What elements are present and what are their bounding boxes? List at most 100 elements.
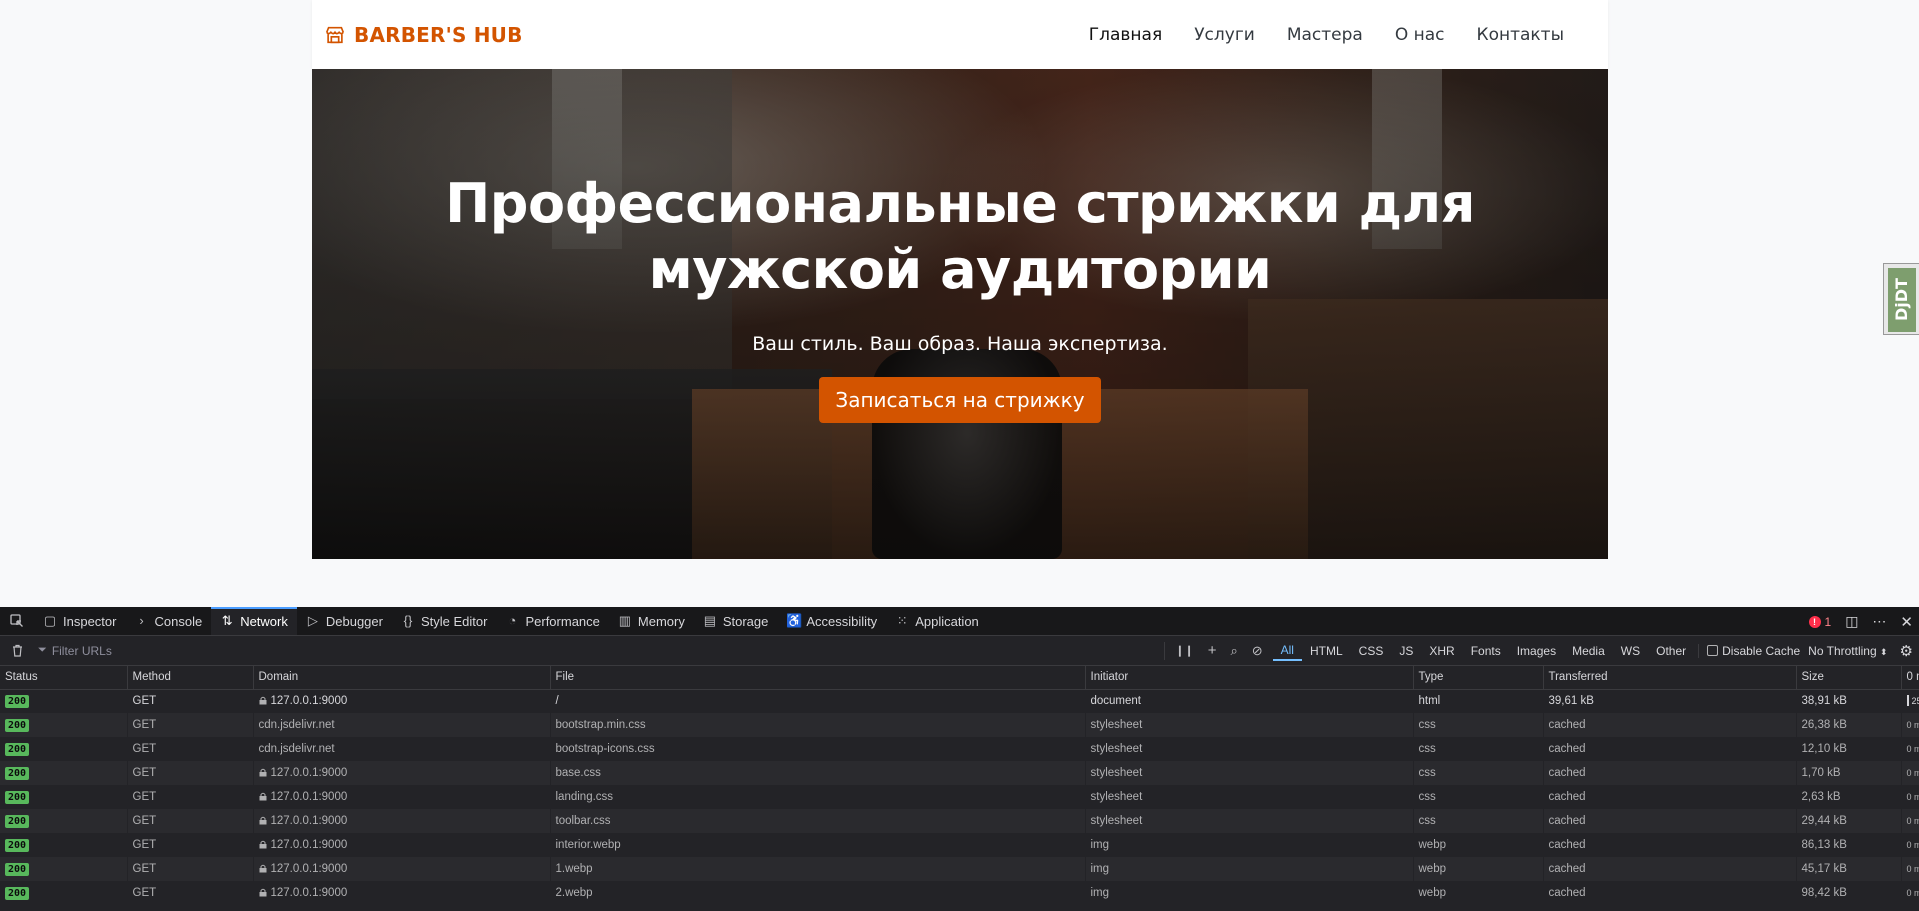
filter-other[interactable]: Other — [1648, 642, 1694, 660]
brand-logo[interactable]: BARBER'S HUB — [324, 23, 523, 47]
filter-all[interactable]: All — [1272, 641, 1302, 661]
hero-content: Профессиональные стрижки для мужской ауд… — [312, 171, 1608, 423]
table-row[interactable]: 200 GET cdn.jsdelivr.net bootstrap.min.css s… — [0, 713, 1919, 737]
filter-js[interactable]: JS — [1391, 642, 1421, 660]
filter-urls-field[interactable]: ⏷ Filter URLs — [34, 644, 1164, 658]
table-row[interactable]: 200 GET 127.0.0.1:9000 1.webp img webp cached 4… — [0, 857, 1919, 881]
tab-style-editor[interactable]: {} Style Editor — [392, 607, 496, 635]
close-icon[interactable]: ✕ — [1900, 613, 1913, 631]
filter-xhr[interactable]: XHR — [1421, 642, 1462, 660]
hero-section: Профессиональные стрижки для мужской ауд… — [312, 69, 1608, 559]
filter-html[interactable]: HTML — [1302, 642, 1351, 660]
timing-text: 0 ms — [1906, 840, 1919, 850]
column-file[interactable]: File — [550, 666, 1086, 690]
cell-domain: 127.0.0.1:9000 — [253, 809, 550, 833]
column-initiator[interactable]: Initiator — [1085, 666, 1414, 690]
method-text: GET — [132, 719, 157, 731]
cell-status: 200 — [0, 833, 127, 857]
throttling-select[interactable]: No Throttling ⬍ — [1800, 644, 1893, 658]
nav-link-services[interactable]: Услуги — [1178, 25, 1271, 45]
cell-status: 200 — [0, 713, 127, 737]
lock-icon — [259, 864, 266, 873]
column-status[interactable]: Status — [0, 666, 128, 690]
column-size[interactable]: Size — [1796, 666, 1902, 690]
cell-domain: cdn.jsdelivr.net — [253, 713, 550, 737]
cell-transferred: cached — [1543, 809, 1796, 833]
file-text: toolbar.css — [555, 815, 611, 827]
nav-link-contacts[interactable]: Контакты — [1461, 25, 1581, 45]
filter-fonts[interactable]: Fonts — [1463, 642, 1509, 660]
django-debug-toolbar-handle[interactable]: DjDT — [1883, 263, 1919, 335]
tab-console[interactable]: › Console — [125, 607, 211, 635]
tab-application[interactable]: ⁙ Application — [886, 607, 988, 635]
lock-icon — [259, 888, 266, 897]
cell-type: webp — [1413, 857, 1543, 881]
cell-waterfall: 0 ms — [1901, 713, 1919, 737]
table-row[interactable]: 200 GET 127.0.0.1:9000 interior.webp img webp… — [0, 833, 1919, 857]
domain-text: 127.0.0.1:9000 — [270, 791, 348, 803]
pause-icon[interactable]: ❙❙ — [1175, 644, 1193, 657]
cell-transferred: cached — [1543, 737, 1796, 761]
element-picker-button[interactable] — [0, 607, 34, 635]
table-row[interactable]: 200 GET 127.0.0.1:9000 base.css stylesheet cs… — [0, 761, 1919, 785]
lock-icon — [259, 840, 266, 849]
search-icon[interactable]: ⌕ — [1230, 643, 1237, 659]
column-waterfall[interactable]: 0 ms — [1901, 666, 1919, 690]
file-text: / — [555, 695, 559, 708]
file-text: landing.css — [555, 791, 614, 803]
disable-cache-checkbox[interactable]: Disable Cache — [1698, 643, 1801, 658]
status-badge: 200 — [5, 814, 30, 828]
error-count-badge[interactable]: ! 1 — [1808, 615, 1831, 629]
column-type[interactable]: Type — [1413, 666, 1544, 690]
network-settings-button[interactable]: ⚙ — [1894, 642, 1919, 660]
column-domain[interactable]: Domain — [253, 666, 551, 690]
djdt-label: DjDT — [1888, 268, 1916, 332]
debugger-icon: ▷ — [307, 613, 318, 628]
tab-memory[interactable]: ▥ Memory — [609, 607, 694, 635]
filter-media[interactable]: Media — [1564, 642, 1613, 660]
dock-side-icon[interactable]: ◫ — [1845, 613, 1858, 630]
type-text: css — [1418, 743, 1436, 755]
book-haircut-button[interactable]: Записаться на стрижку — [819, 377, 1101, 423]
nav-link-about[interactable]: О нас — [1379, 25, 1461, 45]
column-method[interactable]: Method — [127, 666, 254, 690]
more-options-icon[interactable]: ⋯ — [1872, 613, 1886, 630]
method-text: GET — [132, 839, 157, 851]
filter-icon: ⏷ — [38, 644, 47, 656]
tab-network[interactable]: ⇅ Network — [211, 607, 297, 635]
filter-ws[interactable]: WS — [1613, 642, 1648, 660]
table-row[interactable]: 200 GET 127.0.0.1:9000 landing.css styleshee… — [0, 785, 1919, 809]
clear-requests-button[interactable] — [0, 644, 34, 657]
table-row[interactable]: 200 GET cdn.jsdelivr.net bootstrap-icons.cs… — [0, 737, 1919, 761]
file-text: 2.webp — [555, 887, 593, 899]
status-badge: 200 — [5, 790, 30, 804]
cell-status: 200 — [0, 785, 127, 809]
cell-status: 200 — [0, 689, 127, 713]
table-row[interactable]: 200 GET 127.0.0.1:9000 toolbar.css styleshee… — [0, 809, 1919, 833]
table-row[interactable]: 200 GET 127.0.0.1:9000 2.webp img webp cached 9… — [0, 881, 1919, 905]
disable-cache-label: Disable Cache — [1722, 643, 1801, 658]
cell-waterfall: 0 ms — [1901, 857, 1919, 881]
devtools-panel: ▢ Inspector › Console ⇅ Network ▷ Debugg… — [0, 607, 1919, 911]
table-row[interactable]: 200 GET 127.0.0.1:9000 / document html 39,61 k… — [0, 689, 1919, 713]
block-icon[interactable]: ⊘ — [1252, 643, 1263, 659]
nav-link-home[interactable]: Главная — [1073, 25, 1178, 45]
nav-link-masters[interactable]: Мастера — [1271, 25, 1379, 45]
filter-images[interactable]: Images — [1509, 642, 1564, 660]
tab-accessibility[interactable]: ♿ Accessibility — [777, 607, 886, 635]
add-icon[interactable]: + — [1208, 642, 1217, 659]
initiator-text: stylesheet — [1090, 767, 1143, 779]
network-icon: ⇅ — [221, 613, 233, 628]
filter-css[interactable]: CSS — [1351, 642, 1392, 660]
column-transferred[interactable]: Transferred — [1543, 666, 1797, 690]
cell-status: 200 — [0, 809, 127, 833]
tab-inspector[interactable]: ▢ Inspector — [34, 607, 125, 635]
cell-initiator: img — [1085, 881, 1413, 905]
tab-debugger[interactable]: ▷ Debugger — [297, 607, 392, 635]
tab-storage[interactable]: ▤ Storage — [694, 607, 778, 635]
domain-text: cdn.jsdelivr.net — [258, 719, 335, 731]
cell-status: 200 — [0, 857, 127, 881]
initiator-text: stylesheet — [1090, 791, 1143, 803]
tab-performance[interactable]: ◔ Performance — [496, 607, 608, 635]
domain-text: 127.0.0.1:9000 — [270, 863, 348, 875]
